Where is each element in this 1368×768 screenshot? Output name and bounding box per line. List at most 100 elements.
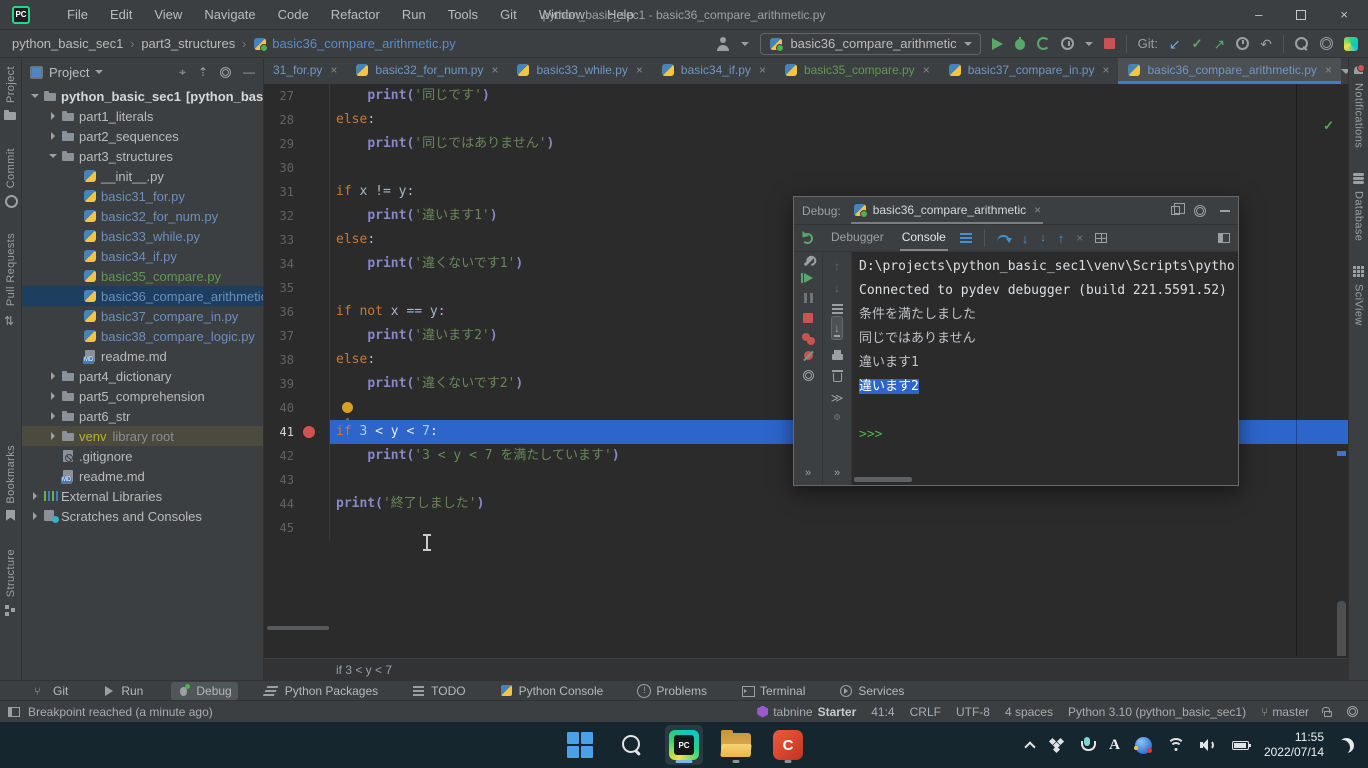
pause-program-icon[interactable] xyxy=(804,293,813,303)
tree-chevron-icon[interactable] xyxy=(28,512,42,520)
tree-chevron-icon[interactable] xyxy=(28,492,42,500)
battery-charging-icon[interactable] xyxy=(1232,741,1249,750)
menu-item[interactable]: File xyxy=(58,4,97,25)
tree-row[interactable]: part3_structures xyxy=(22,146,263,166)
code-text[interactable] xyxy=(330,156,1348,180)
toolwindow-bar-item[interactable]: Git xyxy=(28,682,74,700)
breadcrumb-package[interactable]: part3_structures xyxy=(141,36,235,51)
debug-console-output[interactable]: D:\projects\python_basic_sec1\venv\Scrip… xyxy=(852,252,1238,485)
editor-tab[interactable]: basic33_while.py × xyxy=(507,58,651,84)
view-as-table-icon[interactable] xyxy=(1095,233,1107,243)
code-text[interactable]: print('同じです') xyxy=(330,84,1348,108)
tree-row[interactable]: basic34_if.py xyxy=(22,246,263,266)
line-ending[interactable]: CRLF xyxy=(910,705,941,719)
editor-gutter[interactable]: 32 xyxy=(264,204,330,228)
tab-list-chevron-icon[interactable] xyxy=(1341,69,1348,74)
debug-settings-wrench-icon[interactable] xyxy=(803,257,813,267)
volume-icon[interactable] xyxy=(1200,738,1217,752)
stop-button[interactable] xyxy=(1104,38,1115,49)
editor-tab[interactable]: basic35_compare.py × xyxy=(775,58,939,84)
editor-gutter[interactable]: 45 xyxy=(264,516,330,540)
toolwindow-stripe-item[interactable]: Commit xyxy=(4,148,17,207)
close-session-icon[interactable]: × xyxy=(1034,203,1041,217)
run-configuration-select[interactable]: basic36_compare_arithmetic xyxy=(760,33,980,55)
tree-row[interactable]: basic37_compare_in.py xyxy=(22,306,263,326)
toolwindow-bar-item[interactable]: Python Packages xyxy=(260,682,384,700)
debug-view-tab[interactable]: Console xyxy=(900,225,948,251)
dropbox-icon[interactable] xyxy=(1049,738,1065,752)
code-text[interactable]: print('同じではありません') xyxy=(330,132,1348,156)
tree-row[interactable]: basic31_for.py xyxy=(22,186,263,206)
tree-row[interactable]: basic32_for_num.py xyxy=(22,206,263,226)
console-prompt-icon[interactable]: ≫ xyxy=(831,392,844,404)
editor-gutter[interactable]: 35 xyxy=(264,276,330,300)
settings-gear-icon[interactable] xyxy=(1320,37,1333,50)
taskbar-pycharm-button[interactable]: PC xyxy=(665,725,703,765)
breakpoint-slot[interactable] xyxy=(294,426,324,438)
clear-console-icon[interactable] xyxy=(833,373,842,382)
debug-view-tab[interactable]: Debugger xyxy=(829,225,886,251)
tree-row[interactable]: venv library root xyxy=(22,426,263,446)
tree-row[interactable]: Scratches and Consoles xyxy=(22,506,263,526)
tree-row[interactable]: part6_str xyxy=(22,406,263,426)
editor-gutter[interactable]: 39 xyxy=(264,372,330,396)
debug-settings-gear-icon[interactable] xyxy=(1194,205,1206,217)
step-out-icon[interactable]: ↑ xyxy=(1058,232,1065,245)
search-everywhere-icon[interactable] xyxy=(1295,37,1309,51)
ide-features-trainer-icon[interactable] xyxy=(1344,37,1358,51)
coverage-button[interactable] xyxy=(1037,37,1050,50)
editor-gutter[interactable]: 44 xyxy=(264,492,330,516)
tree-row[interactable]: part2_sequences xyxy=(22,126,263,146)
print-icon[interactable] xyxy=(832,354,843,360)
editor-gutter[interactable]: 42 xyxy=(264,444,330,468)
editor-tab[interactable]: 31_for.py × xyxy=(264,58,346,84)
breadcrumb-project[interactable]: python_basic_sec1 xyxy=(12,36,123,51)
rollback-icon[interactable]: ↶ xyxy=(1260,37,1272,51)
down-stack-icon[interactable]: ↓ xyxy=(834,282,840,294)
wifi-icon[interactable] xyxy=(1167,738,1185,752)
caret-position[interactable]: 41:4 xyxy=(871,705,894,719)
view-breakpoints-icon[interactable] xyxy=(802,333,810,341)
tree-chevron-icon[interactable] xyxy=(46,372,60,380)
menu-item[interactable]: Git xyxy=(491,4,526,25)
toolwindow-stripe-item[interactable]: Notifications xyxy=(1352,64,1365,148)
tree-row[interactable]: part1_literals xyxy=(22,106,263,126)
editor-tab[interactable]: basic36_compare_arithmetic.py × xyxy=(1118,58,1340,84)
tree-row[interactable]: basic35_compare.py xyxy=(22,266,263,286)
menu-item[interactable]: Refactor xyxy=(322,4,389,25)
editor-gutter[interactable]: 36 xyxy=(264,300,330,324)
git-branch-widget[interactable]: ⑂ master xyxy=(1261,705,1309,719)
tree-chevron-icon[interactable] xyxy=(28,94,42,98)
user-profile-icon[interactable] xyxy=(716,37,730,51)
toolwindow-bar-item[interactable]: Debug xyxy=(171,682,237,700)
editor-gutter[interactable]: 31 xyxy=(264,180,330,204)
threads-view-icon[interactable] xyxy=(960,233,972,235)
code-text[interactable]: else: xyxy=(330,108,1348,132)
toolwindow-bar-item[interactable]: TODO xyxy=(406,682,471,700)
close-tab-icon[interactable]: × xyxy=(636,63,643,77)
maximize-window-icon[interactable] xyxy=(1296,10,1306,20)
editor-gutter[interactable]: 34 xyxy=(264,252,330,276)
user-dropdown-icon[interactable] xyxy=(741,42,749,46)
close-tab-icon[interactable]: × xyxy=(1325,63,1332,77)
focus-assist-moon-icon[interactable] xyxy=(1339,738,1354,753)
breadcrumb-file[interactable]: basic36_compare_arithmetic.py xyxy=(253,36,456,51)
resume-program-icon[interactable] xyxy=(804,273,813,283)
debug-gear-icon[interactable] xyxy=(803,370,814,381)
project-panel-title[interactable]: Project xyxy=(49,65,89,80)
layout-settings-icon[interactable] xyxy=(1218,233,1230,243)
microphone-icon[interactable] xyxy=(1080,737,1094,753)
toolwindow-toggle-icon[interactable] xyxy=(8,707,20,717)
clock-widget[interactable]: 11:55 2022/07/14 xyxy=(1264,730,1324,760)
toolwindow-stripe-item[interactable]: Pull Requests xyxy=(4,233,17,325)
menu-item[interactable]: View xyxy=(145,4,191,25)
intention-bulb-icon[interactable] xyxy=(342,402,353,413)
profiler-button[interactable] xyxy=(1061,37,1074,50)
editor-tab[interactable]: basic34_if.py × xyxy=(652,58,775,84)
run-to-cursor-icon[interactable]: × xyxy=(1076,232,1083,244)
toolwindow-stripe-item[interactable]: Structure xyxy=(4,549,17,616)
editor-tab[interactable]: basic32_for_num.py × xyxy=(346,58,507,84)
stop-process-icon[interactable] xyxy=(803,313,813,323)
tree-row[interactable]: External Libraries xyxy=(22,486,263,506)
project-settings-gear-icon[interactable] xyxy=(220,67,231,78)
